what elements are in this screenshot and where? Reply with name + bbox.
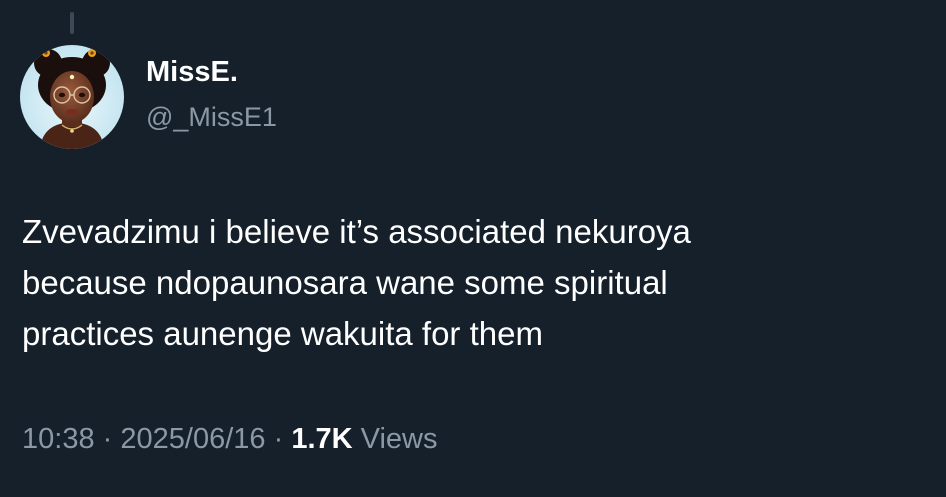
tweet-meta: 10:38 · 2025/06/16 · 1.7K Views [22, 423, 438, 456]
avatar-illustration-icon [20, 45, 124, 149]
views-label[interactable]: Views [361, 423, 438, 455]
tweet-text-line: Zvevadzimu i believe it’s associated nek… [22, 213, 691, 250]
author-display-name[interactable]: MissE. [146, 56, 238, 89]
views-count[interactable]: 1.7K [291, 423, 352, 455]
tweet-time[interactable]: 10:38 [22, 423, 95, 455]
tweet-text-line: because ndopaunosara wane some spiritual [22, 264, 668, 301]
tweet-text-line: practices aunenge wakuita for them [22, 315, 543, 352]
author-avatar[interactable] [20, 45, 124, 149]
tweet-body: Zvevadzimu i believe it’s associated nek… [22, 206, 922, 359]
tweet-date[interactable]: 2025/06/16 [120, 423, 265, 455]
thread-connector-line [70, 12, 74, 34]
meta-separator: · [273, 423, 284, 455]
meta-separator: · [102, 423, 113, 455]
author-handle[interactable]: @_MissE1 [146, 102, 277, 133]
